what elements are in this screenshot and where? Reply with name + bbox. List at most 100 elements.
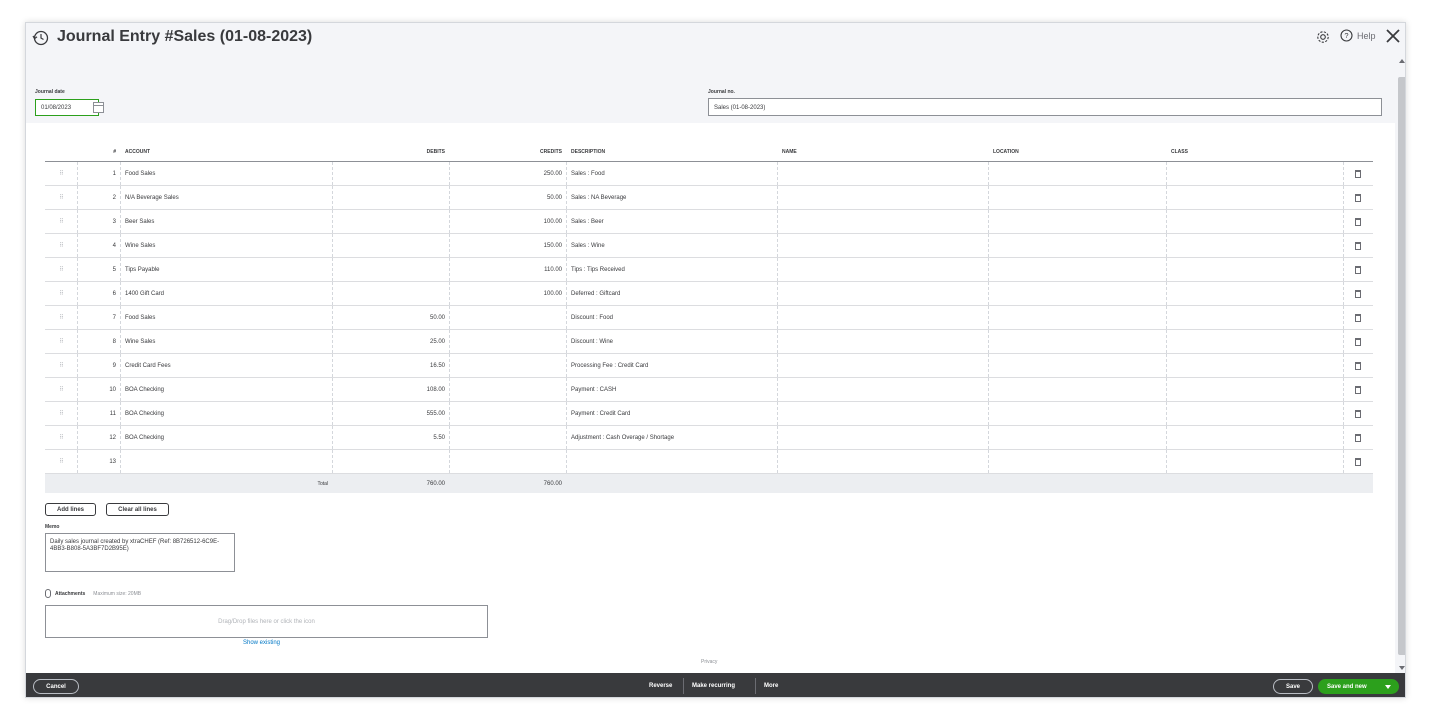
account-cell[interactable]: Food Sales [120,306,332,329]
drag-handle-icon[interactable]: ⠿ [45,402,77,425]
drag-handle-icon[interactable]: ⠿ [45,306,77,329]
location-cell[interactable] [988,162,1166,185]
location-cell[interactable] [988,426,1166,449]
journal-date-input[interactable]: 01/08/2023 [35,99,104,116]
delete-line-button[interactable] [1343,162,1373,185]
account-cell[interactable]: N/A Beverage Sales [120,186,332,209]
class-cell[interactable] [1166,306,1343,329]
credit-cell[interactable] [449,354,566,377]
name-cell[interactable] [777,306,988,329]
drag-handle-icon[interactable]: ⠿ [45,234,77,257]
class-cell[interactable] [1166,378,1343,401]
location-cell[interactable] [988,354,1166,377]
class-cell[interactable] [1166,354,1343,377]
name-cell[interactable] [777,354,988,377]
paperclip-icon[interactable] [45,589,51,598]
class-cell[interactable] [1166,234,1343,257]
drag-handle-icon[interactable]: ⠿ [45,258,77,281]
scrollbar-thumb[interactable] [1398,77,1405,655]
debit-cell[interactable] [332,450,449,473]
account-cell[interactable]: 1400 Gift Card [120,282,332,305]
cancel-button[interactable]: Cancel [33,679,79,694]
calendar-icon[interactable] [93,102,104,113]
location-cell[interactable] [988,186,1166,209]
table-row[interactable]: ⠿ 11 BOA Checking 555.00 Payment : Credit Ca… [45,402,1373,426]
table-row[interactable]: ⠿ 9 Credit Card Fees 16.50 Processing Fee : … [45,354,1373,378]
class-cell[interactable] [1166,330,1343,353]
delete-line-button[interactable] [1343,282,1373,305]
delete-line-button[interactable] [1343,378,1373,401]
drag-handle-icon[interactable]: ⠿ [45,450,77,473]
location-cell[interactable] [988,234,1166,257]
make-recurring-button[interactable]: Make recurring [692,673,735,697]
attachments-dropzone[interactable]: Drag/Drop files here or click the icon [45,605,488,638]
credit-cell[interactable]: 250.00 [449,162,566,185]
drag-handle-icon[interactable]: ⠿ [45,282,77,305]
class-cell[interactable] [1166,450,1343,473]
account-cell[interactable]: Tips Payable [120,258,332,281]
location-cell[interactable] [988,210,1166,233]
description-cell[interactable]: Payment : Credit Card [566,402,777,425]
add-lines-button[interactable]: Add lines [45,503,96,516]
description-cell[interactable]: Tips : Tips Received [566,258,777,281]
more-button[interactable]: More [764,673,778,697]
name-cell[interactable] [777,210,988,233]
location-cell[interactable] [988,330,1166,353]
save-and-new-button[interactable]: Save and new [1318,679,1399,694]
table-row[interactable]: ⠿ 8 Wine Sales 25.00 Discount : Wine [45,330,1373,354]
location-cell[interactable] [988,306,1166,329]
description-cell[interactable]: Payment : CASH [566,378,777,401]
name-cell[interactable] [777,450,988,473]
class-cell[interactable] [1166,282,1343,305]
privacy-link[interactable]: Privacy [701,659,717,665]
debit-cell[interactable]: 108.00 [332,378,449,401]
table-row[interactable]: ⠿ 12 BOA Checking 5.50 Adjustment : Cash Ove… [45,426,1373,450]
delete-line-button[interactable] [1343,186,1373,209]
drag-handle-icon[interactable]: ⠿ [45,354,77,377]
memo-textarea[interactable]: Daily sales journal created by xtraCHEF … [45,533,235,572]
credit-cell[interactable] [449,306,566,329]
drag-handle-icon[interactable]: ⠿ [45,330,77,353]
close-icon[interactable] [1384,27,1402,45]
class-cell[interactable] [1166,210,1343,233]
delete-line-button[interactable] [1343,306,1373,329]
credit-cell[interactable]: 150.00 [449,234,566,257]
debit-cell[interactable] [332,258,449,281]
description-cell[interactable]: Adjustment : Cash Overage / Shortage [566,426,777,449]
account-cell[interactable]: Food Sales [120,162,332,185]
table-row[interactable]: ⠿ 5 Tips Payable 110.00 Tips : Tips Received [45,258,1373,282]
debit-cell[interactable]: 25.00 [332,330,449,353]
class-cell[interactable] [1166,162,1343,185]
location-cell[interactable] [988,402,1166,425]
delete-line-button[interactable] [1343,258,1373,281]
delete-line-button[interactable] [1343,354,1373,377]
name-cell[interactable] [777,378,988,401]
description-cell[interactable]: Deferred : Giftcard [566,282,777,305]
help-button[interactable]: ? Help [1340,29,1376,42]
credit-cell[interactable] [449,450,566,473]
table-row[interactable]: ⠿ 6 1400 Gift Card 100.00 Deferred : Giftcar… [45,282,1373,306]
description-cell[interactable]: Discount : Wine [566,330,777,353]
name-cell[interactable] [777,402,988,425]
debit-cell[interactable] [332,186,449,209]
account-cell[interactable]: Wine Sales [120,234,332,257]
class-cell[interactable] [1166,426,1343,449]
credit-cell[interactable]: 110.00 [449,258,566,281]
description-cell[interactable] [566,450,777,473]
table-row[interactable]: ⠿ 2 N/A Beverage Sales 50.00 Sales : NA Beve… [45,186,1373,210]
delete-line-button[interactable] [1343,330,1373,353]
table-row[interactable]: ⠿ 13 [45,450,1373,474]
class-cell[interactable] [1166,402,1343,425]
account-cell[interactable]: BOA Checking [120,402,332,425]
location-cell[interactable] [988,378,1166,401]
scroll-down-arrow-icon[interactable] [1399,666,1405,670]
scroll-up-arrow-icon[interactable] [1399,59,1405,63]
credit-cell[interactable]: 100.00 [449,282,566,305]
table-row[interactable]: ⠿ 1 Food Sales 250.00 Sales : Food [45,162,1373,186]
delete-line-button[interactable] [1343,426,1373,449]
debit-cell[interactable]: 50.00 [332,306,449,329]
account-cell[interactable] [120,450,332,473]
name-cell[interactable] [777,426,988,449]
debit-cell[interactable] [332,234,449,257]
show-existing-link[interactable]: Show existing [243,640,280,646]
